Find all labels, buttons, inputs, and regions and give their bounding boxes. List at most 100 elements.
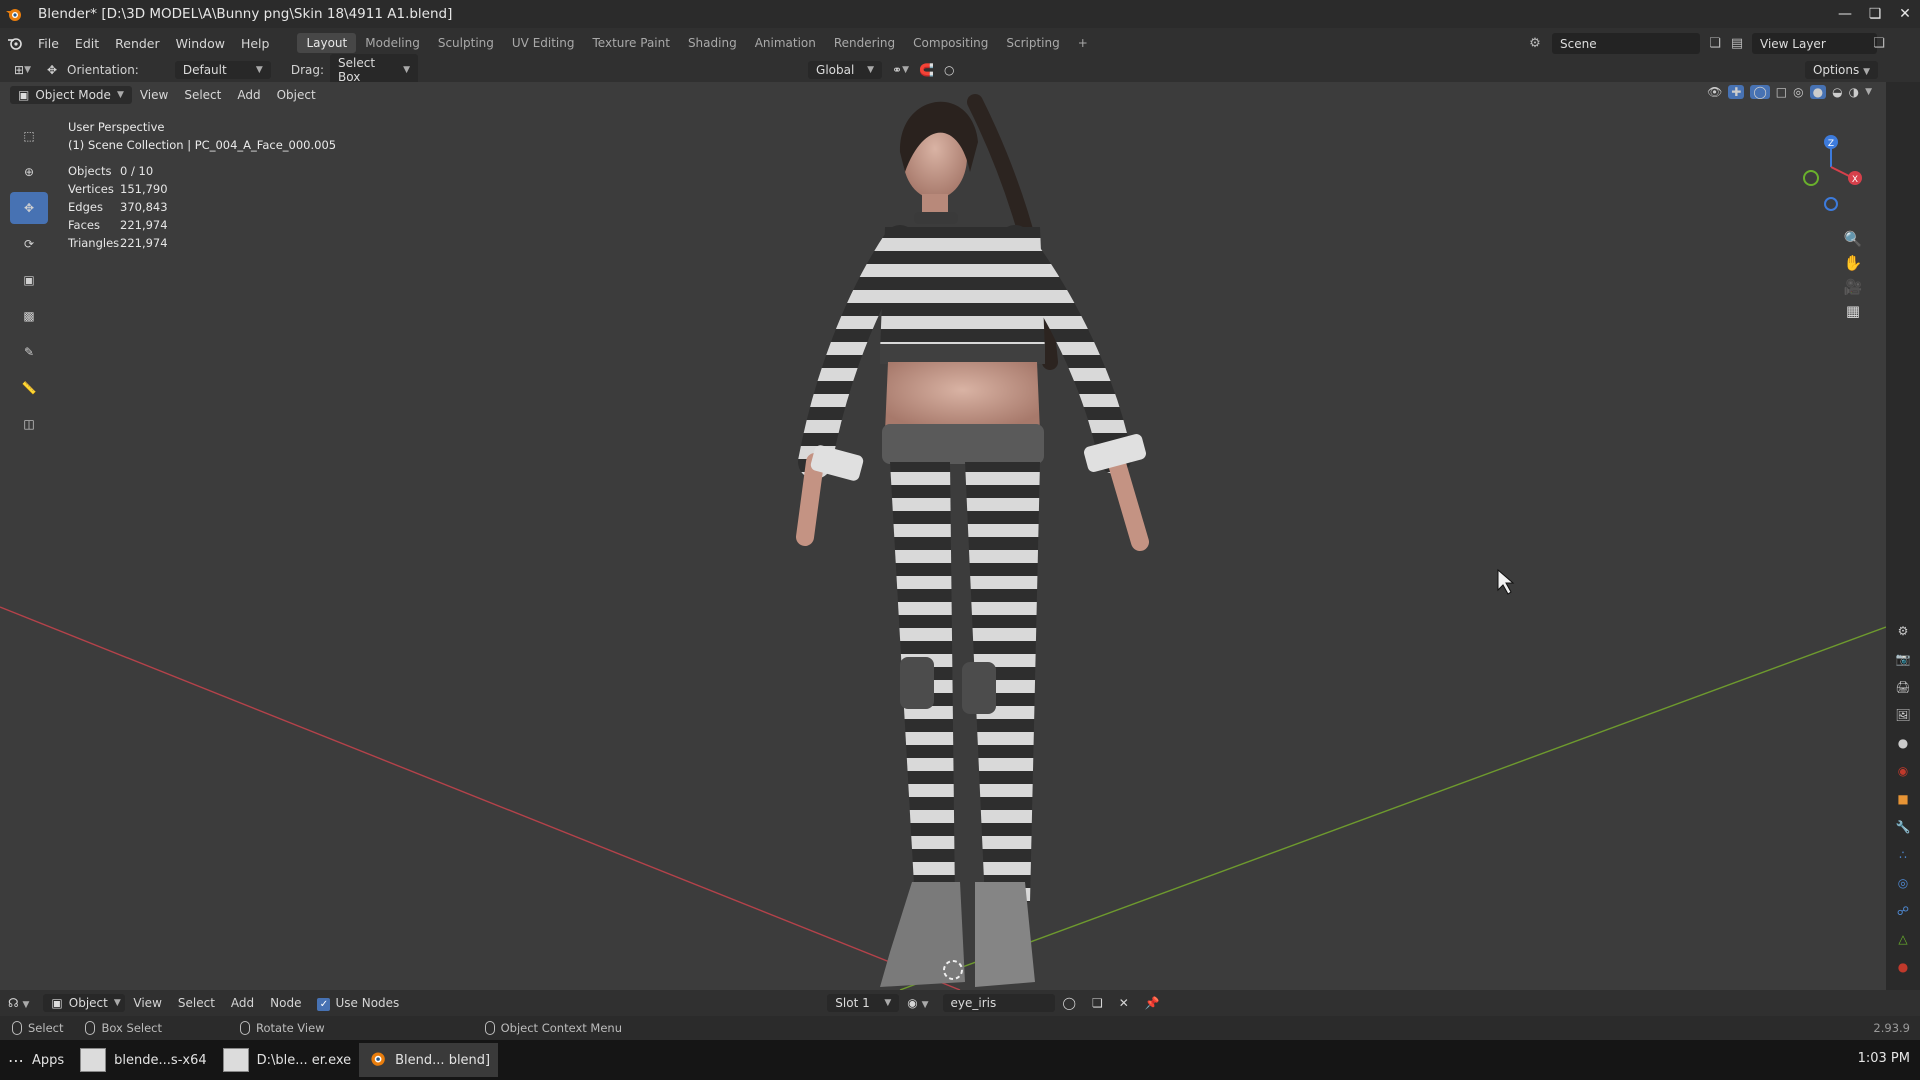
tab-compositing[interactable]: Compositing bbox=[904, 33, 997, 53]
editor-type-icon[interactable]: ⊞ ▼ bbox=[14, 63, 31, 77]
viewport-menu-view[interactable]: View bbox=[132, 88, 176, 102]
cursor-tool-icon[interactable]: ⊕ bbox=[10, 156, 48, 188]
tab-scripting[interactable]: Scripting bbox=[997, 33, 1068, 53]
view-layer-properties-icon[interactable]: 🖼 bbox=[1886, 701, 1920, 729]
material-browse-icon[interactable]: ◉ ▼ bbox=[899, 996, 936, 1010]
minimize-button[interactable]: — bbox=[1830, 0, 1860, 28]
xray-icon[interactable]: □ bbox=[1776, 85, 1787, 99]
3d-viewport[interactable]: ▣ Object Mode ▼ View Select Add Object 👁 … bbox=[0, 82, 1886, 990]
editor-type-node-icon[interactable]: ☊ ▼ bbox=[0, 996, 37, 1010]
close-button[interactable]: ✕ bbox=[1890, 0, 1920, 28]
pin-icon[interactable]: 📌 bbox=[1137, 996, 1168, 1010]
menu-edit[interactable]: Edit bbox=[67, 36, 107, 51]
node-menu-select[interactable]: Select bbox=[170, 996, 223, 1010]
scene-name-field[interactable]: Scene bbox=[1552, 33, 1700, 54]
node-menu-add[interactable]: Add bbox=[223, 996, 262, 1010]
object-shader-icon: ▣ bbox=[51, 996, 63, 1010]
data-properties-icon[interactable]: △ bbox=[1886, 925, 1920, 953]
pan-hand-icon[interactable]: ✋ bbox=[1844, 254, 1863, 272]
use-nodes-toggle[interactable]: ✓ Use Nodes bbox=[309, 996, 407, 1011]
solid-shading-icon[interactable]: ● bbox=[1809, 85, 1827, 99]
tab-layout[interactable]: Layout bbox=[297, 33, 357, 53]
scene-selector-icon[interactable]: ⚙ bbox=[1520, 33, 1550, 54]
select-box-tool-icon[interactable]: ⬚ bbox=[10, 120, 48, 152]
collection-label: (1) Scene Collection | PC_004_A_Face_000… bbox=[68, 138, 337, 152]
node-menu-node[interactable]: Node bbox=[262, 996, 309, 1010]
overlays-icon[interactable]: ◯ bbox=[1750, 85, 1770, 99]
scale-tool-icon[interactable]: ▣ bbox=[10, 264, 48, 296]
shading-options-icon[interactable]: ▼ bbox=[1865, 87, 1872, 97]
status-bar: Select Box Select Rotate View Object Con… bbox=[0, 1016, 1920, 1040]
material-name-field[interactable]: eye_iris bbox=[942, 994, 1055, 1012]
gizmo-neg-z-icon bbox=[1824, 197, 1838, 211]
physics-properties-icon[interactable]: ◎ bbox=[1886, 869, 1920, 897]
slot-dropdown[interactable]: Slot 1 ▼ bbox=[827, 994, 900, 1012]
pivot-point-icon[interactable]: ⚭ ▼ bbox=[892, 63, 909, 77]
modifier-properties-icon[interactable]: 🔧 bbox=[1886, 813, 1920, 841]
orientation-dropdown[interactable]: Default ▼ bbox=[174, 61, 271, 79]
wireframe-shading-icon[interactable]: ◎ bbox=[1793, 85, 1803, 99]
tab-shading[interactable]: Shading bbox=[679, 33, 746, 53]
right-boot bbox=[975, 882, 1035, 987]
particles-properties-icon[interactable]: ∴ bbox=[1886, 841, 1920, 869]
visibility-icon[interactable]: 👁 bbox=[1707, 85, 1722, 99]
annotate-tool-icon[interactable]: ✎ bbox=[10, 336, 48, 368]
tab-modeling[interactable]: Modeling bbox=[356, 33, 429, 53]
viewport-menu-add[interactable]: Add bbox=[229, 88, 268, 102]
object-mode-icon: ▣ bbox=[18, 88, 30, 102]
proportional-editing-icon[interactable]: ○ bbox=[944, 63, 954, 77]
menu-file[interactable]: File bbox=[30, 36, 67, 51]
camera-view-icon[interactable]: 🎥 bbox=[1844, 278, 1863, 296]
taskbar-item[interactable]: blende...s-x64 bbox=[72, 1043, 214, 1077]
material-properties-icon[interactable]: ● bbox=[1886, 953, 1920, 981]
unlink-material-icon[interactable]: ✕ bbox=[1111, 996, 1137, 1010]
taskbar-item-active[interactable]: Blend... blend] bbox=[359, 1043, 499, 1077]
gizmo-toggle-icon[interactable]: ✚ bbox=[1728, 85, 1745, 99]
add-workspace-icon[interactable]: + bbox=[1069, 33, 1097, 53]
taskbar-item[interactable]: D:\ble... er.exe bbox=[215, 1043, 360, 1077]
snap-icon[interactable]: 🧲 bbox=[919, 63, 934, 77]
object-properties-icon[interactable]: ■ bbox=[1886, 785, 1920, 813]
apps-button[interactable]: ⋯ Apps bbox=[0, 1043, 72, 1077]
object-mode-dropdown[interactable]: ▣ Object Mode ▼ bbox=[10, 86, 132, 104]
output-properties-icon[interactable]: 🖨 bbox=[1886, 673, 1920, 701]
new-view-layer-icon[interactable]: ❏ bbox=[1864, 33, 1894, 54]
scene-properties-icon[interactable]: ● bbox=[1886, 729, 1920, 757]
node-menu-view[interactable]: View bbox=[125, 996, 169, 1010]
view-layer-icon[interactable]: ▤ bbox=[1722, 33, 1752, 54]
transform-orientation-dropdown[interactable]: Global ▼ bbox=[808, 61, 883, 79]
menu-help[interactable]: Help bbox=[233, 36, 278, 51]
tab-texture-paint[interactable]: Texture Paint bbox=[584, 33, 679, 53]
menu-render[interactable]: Render bbox=[107, 36, 168, 51]
viewport-menu-select[interactable]: Select bbox=[176, 88, 229, 102]
tab-animation[interactable]: Animation bbox=[746, 33, 825, 53]
gizmo-x-label: X bbox=[1852, 175, 1858, 185]
viewport-menu-object[interactable]: Object bbox=[269, 88, 324, 102]
add-cube-tool-icon[interactable]: ◫ bbox=[10, 408, 48, 440]
window-title: Blender* [D:\3D MODEL\A\Bunny png\Skin 1… bbox=[38, 6, 453, 22]
world-properties-icon[interactable]: ◉ bbox=[1886, 757, 1920, 785]
blender-menu-icon[interactable] bbox=[0, 36, 30, 50]
ortho-grid-icon[interactable]: ▦ bbox=[1846, 302, 1860, 320]
render-properties-icon[interactable]: 📷 bbox=[1886, 645, 1920, 673]
options-dropdown[interactable]: Options ▼ bbox=[1804, 61, 1878, 79]
tab-rendering[interactable]: Rendering bbox=[825, 33, 904, 53]
tab-uv-editing[interactable]: UV Editing bbox=[503, 33, 584, 53]
tool-properties-icon[interactable]: ⚙ bbox=[1886, 617, 1920, 645]
rotate-tool-icon[interactable]: ⟳ bbox=[10, 228, 48, 260]
move-tool-button-icon[interactable]: ✥ bbox=[10, 192, 48, 224]
material-shading-icon[interactable]: ◒ bbox=[1832, 85, 1842, 99]
maximize-button[interactable]: ❏ bbox=[1860, 0, 1890, 28]
transform-tool-icon[interactable]: ▩ bbox=[10, 300, 48, 332]
zoom-icon[interactable]: 🔍 bbox=[1844, 230, 1863, 248]
rendered-shading-icon[interactable]: ◑ bbox=[1849, 85, 1859, 99]
tab-sculpting[interactable]: Sculpting bbox=[429, 33, 503, 53]
shader-type-dropdown[interactable]: ▣ Object ▼ bbox=[43, 994, 126, 1012]
constraints-properties-icon[interactable]: ☍ bbox=[1886, 897, 1920, 925]
new-material-icon[interactable]: ❏ bbox=[1084, 996, 1111, 1010]
menu-window[interactable]: Window bbox=[168, 36, 233, 51]
measure-tool-icon[interactable]: 📏 bbox=[10, 372, 48, 404]
window-thumbnail-icon bbox=[222, 1048, 249, 1072]
fake-user-icon[interactable]: ◯ bbox=[1055, 996, 1084, 1010]
view-layer-field[interactable]: View Layer bbox=[1752, 33, 1877, 54]
